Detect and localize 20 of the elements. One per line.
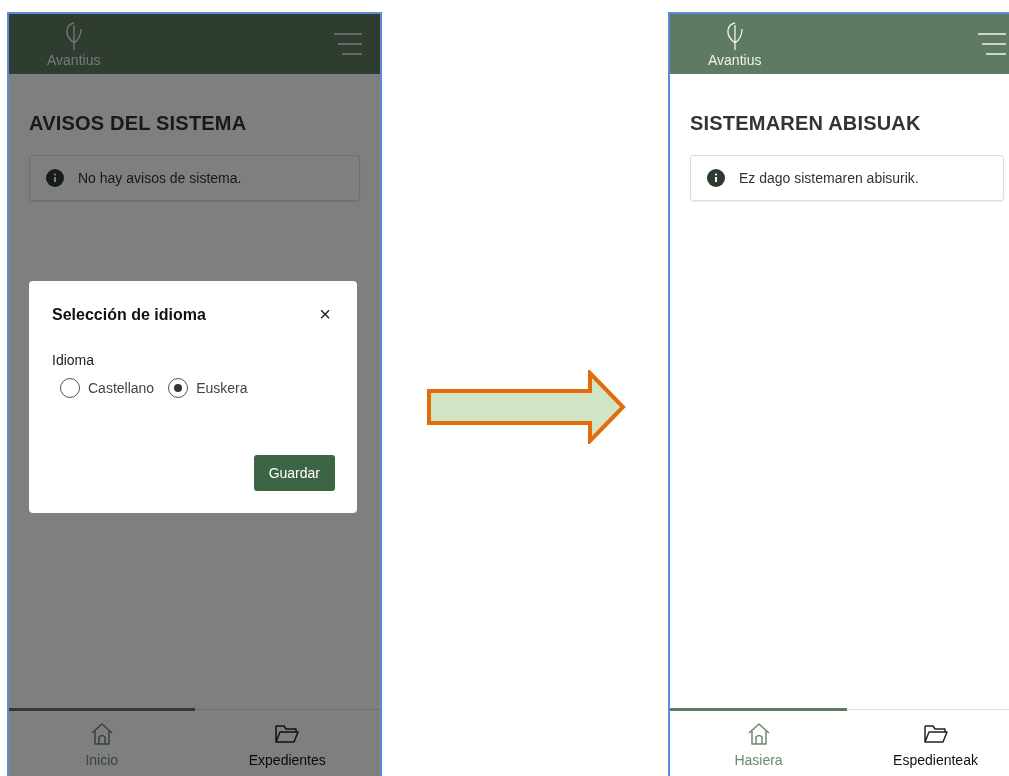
leaf-icon [724, 20, 745, 51]
nav-tab[interactable]: Hasiera [670, 708, 847, 776]
save-button[interactable]: Guardar [253, 455, 335, 491]
logo-text: Avantius [47, 51, 101, 68]
logo-text: Avantius [708, 51, 762, 68]
leaf-icon [63, 20, 84, 51]
info-icon [46, 169, 64, 187]
menu-icon[interactable] [978, 32, 1006, 56]
close-button[interactable]: × [315, 303, 335, 326]
radio-option[interactable]: Euskera [168, 378, 248, 398]
dialog-title: Selección de idioma [52, 305, 206, 324]
nav-tab[interactable]: Espedienteak [847, 708, 1009, 776]
nav-tab[interactable]: Expedientes [194, 708, 380, 776]
page-title: AVISOS DEL SISTEMA [29, 112, 248, 135]
radio-option[interactable]: Castellano [60, 378, 155, 398]
notice-text: No hay avisos de sistema. [78, 170, 242, 186]
info-icon [707, 169, 725, 187]
notice-text: Ez dago sistemaren abisurik. [739, 170, 919, 186]
field-label: Idioma [52, 352, 96, 368]
page-title: SISTEMAREN ABISUAK [690, 112, 922, 135]
